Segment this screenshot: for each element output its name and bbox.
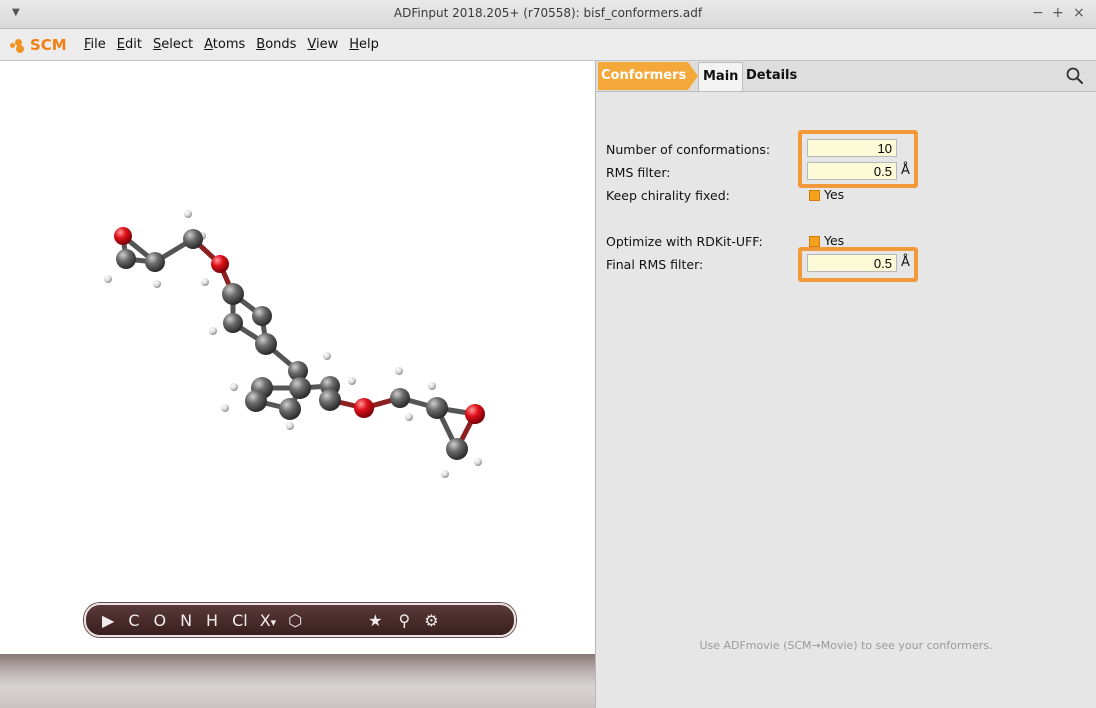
menu-bonds[interactable]: Bonds: [256, 37, 296, 52]
tab-main-label: Main: [703, 69, 739, 84]
menu-label-rest: dit: [125, 37, 142, 52]
menu-label-rest: onds: [265, 37, 297, 52]
element-x-dropdown-icon: ▾: [270, 615, 277, 629]
final-rms-label: Final RMS filter:: [606, 257, 704, 272]
num-conformations-label: Number of conformations:: [606, 142, 771, 157]
menu-bar: SCM File Edit Select Atoms Bonds View Help: [0, 29, 1096, 61]
element-o-button[interactable]: O: [153, 611, 166, 630]
menu-label-rest: ile: [90, 37, 106, 52]
ring-icon[interactable]: ⬡: [288, 611, 302, 630]
final-rms-unit: Å: [901, 255, 910, 270]
menu-label-rest: toms: [212, 37, 246, 52]
element-cl-button[interactable]: Cl: [232, 611, 248, 630]
title-bar: ▼ ADFinput 2018.205+ (r70558): bisf_conf…: [0, 0, 1096, 29]
element-x-button[interactable]: X▾: [260, 611, 277, 630]
num-conformations-input[interactable]: [807, 139, 897, 157]
menu-mnemonic: H: [349, 37, 360, 52]
optimize-rdkit-checkbox[interactable]: [809, 236, 820, 247]
menu-mnemonic: A: [204, 37, 213, 52]
tab-bar: Conformers Main Details: [596, 61, 1096, 92]
tab-chevron-icon: [688, 62, 698, 90]
close-button[interactable]: ×: [1073, 5, 1085, 21]
rms-filter-input[interactable]: [807, 162, 897, 180]
rms-filter-label: RMS filter:: [606, 165, 671, 180]
molecule-drawing[interactable]: [0, 61, 595, 661]
menu-items: File Edit Select Atoms Bonds View Help: [84, 37, 390, 52]
bonds: [120, 233, 478, 452]
menu-mnemonic: B: [256, 37, 266, 52]
adfmovie-hint: Use ADFmovie (SCM→Movie) to see your con…: [699, 639, 993, 652]
menu-select[interactable]: Select: [153, 37, 193, 52]
settings-panel: Conformers Main Details Number of confor…: [596, 61, 1096, 708]
maximize-button[interactable]: +: [1052, 5, 1064, 21]
menu-label-rest: elect: [161, 37, 194, 52]
menu-mnemonic: S: [152, 37, 162, 52]
element-h-button[interactable]: H: [206, 611, 218, 630]
menu-edit[interactable]: Edit: [117, 37, 142, 52]
scm-logo-text: SCM: [30, 36, 67, 54]
tab-details[interactable]: Details: [746, 68, 797, 83]
scm-menu[interactable]: SCM: [10, 36, 67, 54]
menu-mnemonic: V: [307, 37, 317, 52]
menu-atoms[interactable]: Atoms: [204, 37, 245, 52]
hydrogen-atoms: [104, 210, 482, 478]
gear-icon[interactable]: ⚙: [424, 611, 438, 630]
keep-chirality-label: Keep chirality fixed:: [606, 188, 730, 203]
pin-icon[interactable]: ⚲: [399, 611, 411, 630]
menu-label-rest: elp: [359, 37, 379, 52]
tab-main[interactable]: Main: [698, 62, 744, 91]
menu-help[interactable]: Help: [349, 37, 379, 52]
final-rms-input[interactable]: [807, 254, 897, 272]
menu-view[interactable]: View: [307, 37, 338, 52]
viewer-bottom-bar: [0, 654, 595, 708]
menu-mnemonic: E: [116, 37, 125, 52]
select-arrow-icon[interactable]: ▶: [102, 611, 114, 630]
element-toolbar: ▶ C O N H Cl X▾ ⬡ ★ ⚲ ⚙: [84, 603, 516, 637]
search-icon[interactable]: [1066, 67, 1084, 85]
tab-conformers-label: Conformers: [601, 68, 687, 83]
element-c-button[interactable]: C: [128, 611, 139, 630]
keep-chirality-value: Yes: [824, 187, 845, 202]
element-n-button[interactable]: N: [180, 611, 192, 630]
tab-conformers[interactable]: Conformers: [598, 62, 698, 90]
keep-chirality-checkbox[interactable]: [809, 190, 820, 201]
element-x-label: X: [259, 610, 271, 630]
rms-filter-unit: Å: [901, 163, 910, 178]
scm-logo-icon: [10, 38, 28, 53]
minimize-button[interactable]: −: [1032, 5, 1044, 21]
window-title: ADFinput 2018.205+ (r70558): bisf_confor…: [393, 6, 703, 20]
menu-label-rest: iew: [316, 37, 339, 52]
optimize-rdkit-label: Optimize with RDKit-UFF:: [606, 234, 763, 249]
star-icon[interactable]: ★: [368, 611, 382, 630]
optimize-rdkit-value: Yes: [824, 233, 845, 248]
menu-file[interactable]: File: [84, 37, 106, 52]
